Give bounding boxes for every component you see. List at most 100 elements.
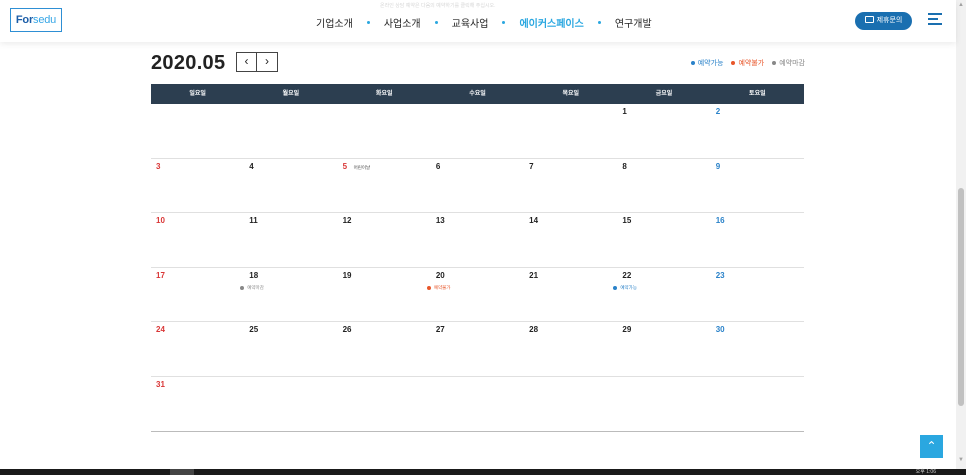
day-number: 13 — [435, 216, 445, 226]
day-cell[interactable]: 26 — [338, 322, 431, 376]
day-cell[interactable]: 6 — [431, 159, 524, 213]
day-cell[interactable]: 19 — [338, 268, 431, 322]
day-number: 31 — [156, 379, 165, 389]
weekday-header-cell: 금요일 — [655, 91, 673, 97]
day-number: 26 — [342, 325, 352, 335]
prev-month-button[interactable]: ‹ — [236, 52, 257, 72]
day-number: 29 — [622, 325, 632, 335]
week-row: 31 — [151, 377, 804, 432]
nav-item-4[interactable]: 연구개발 — [615, 15, 652, 30]
day-number: 5 — [342, 161, 348, 171]
status-label: 예약불가 — [433, 284, 451, 290]
day-cell[interactable]: 11 — [244, 213, 337, 267]
nav-item-1[interactable]: 사업소개 — [384, 15, 421, 30]
week-row: 12 — [151, 104, 804, 159]
day-number: 19 — [342, 270, 352, 280]
day-number: 16 — [715, 216, 725, 226]
day-number: 30 — [715, 325, 725, 335]
day-cell[interactable]: 21 — [524, 268, 617, 322]
legend-label: 예약마감 — [779, 60, 805, 67]
day-cell[interactable]: 15 — [617, 213, 710, 267]
day-number: 8 — [622, 161, 627, 171]
empty-day-cell — [244, 377, 337, 431]
calendar-body: 1 2 3 4 5 어린이날 6 7 8 9 10 11 12 13 14 15 16 17 18 예약마감 19 20 예… — [151, 104, 804, 432]
reservation-status[interactable]: 예약가능 — [613, 285, 637, 291]
nav-separator-dot — [434, 20, 438, 24]
empty-day-cell — [524, 104, 617, 158]
day-cell[interactable]: 22 예약가능 — [613, 268, 710, 322]
scroll-thumb[interactable] — [958, 188, 964, 406]
day-cell[interactable]: 5 어린이날 — [338, 159, 431, 213]
day-cell[interactable]: 10 — [151, 213, 244, 267]
day-cell[interactable]: 20 예약불가 — [426, 268, 524, 322]
day-number: 12 — [342, 216, 352, 226]
day-cell[interactable]: 8 — [617, 159, 710, 213]
empty-day-cell — [431, 377, 524, 431]
day-cell[interactable]: 13 — [431, 213, 524, 267]
nav-item-2[interactable]: 교육사업 — [452, 15, 489, 30]
top-note: 온라인 상담 예약은 다음의 예약하기를 클릭해 주십시오. — [380, 3, 496, 9]
logo-text-2: sedu — [33, 14, 57, 26]
day-number: 18 — [249, 270, 259, 280]
day-cell[interactable]: 18 예약마감 — [240, 268, 337, 322]
day-cell[interactable]: 3 — [151, 159, 244, 213]
day-number: 20 — [435, 270, 445, 280]
day-cell[interactable]: 28 — [524, 322, 617, 376]
arrow-up-icon[interactable]: ⌃ — [920, 435, 943, 458]
day-cell[interactable]: 17 — [151, 268, 244, 322]
day-number: 2 — [715, 107, 721, 116]
day-cell[interactable]: 9 — [711, 159, 804, 213]
status-label: 예약마감 — [247, 284, 264, 290]
weekday-header: 일요일 월요일 화요일 수요일 목요일 금요일 토요일 — [151, 84, 804, 104]
taskbar-item[interactable] — [170, 469, 194, 475]
day-number: 25 — [249, 325, 259, 335]
calendar: 일요일 월요일 화요일 수요일 목요일 금요일 토요일 1 2 3 4 5 어린이날 6 7 8 9 10 11 1… — [151, 84, 804, 432]
day-cell[interactable]: 23 — [711, 268, 804, 322]
next-month-button[interactable]: › — [257, 52, 278, 72]
scroll-down-arrow[interactable]: ▼ — [956, 455, 966, 465]
day-cell[interactable]: 29 — [617, 322, 710, 376]
day-number: 28 — [529, 325, 539, 335]
day-number: 7 — [529, 161, 534, 171]
day-cell[interactable]: 25 — [244, 322, 337, 376]
scrollbar[interactable]: ▲ ▼ — [956, 0, 966, 475]
holiday-label: 어린이날 — [353, 164, 371, 170]
day-number: 14 — [529, 216, 539, 226]
day-cell[interactable]: 14 — [524, 213, 617, 267]
month-nav: ‹ › — [236, 52, 278, 72]
day-number: 10 — [156, 216, 165, 226]
day-cell[interactable]: 7 — [524, 159, 617, 213]
logo-text-1: For — [15, 14, 34, 26]
hamburger-menu-icon[interactable] — [928, 13, 942, 27]
day-cell[interactable]: 30 — [711, 322, 804, 376]
reservation-status[interactable]: 예약불가 — [426, 284, 451, 291]
day-cell[interactable]: 4 — [244, 159, 337, 213]
day-number: 23 — [715, 270, 725, 280]
logo[interactable]: Forsedu — [10, 8, 62, 32]
chat-icon — [864, 16, 874, 23]
nav-item-3[interactable]: 에이커스페이스 — [519, 15, 583, 30]
day-number: 27 — [435, 325, 445, 335]
weekday-header-cell: 화요일 — [375, 91, 393, 97]
day-cell[interactable]: 2 — [711, 104, 804, 158]
day-cell[interactable]: 24 — [151, 322, 244, 376]
empty-day-cell — [151, 104, 244, 158]
scroll-up-arrow[interactable]: ▲ — [956, 0, 966, 10]
weekday-header-cell: 수요일 — [469, 91, 486, 97]
day-cell[interactable]: 12 — [338, 213, 431, 267]
legend-dot-icon — [690, 61, 695, 65]
day-cell[interactable]: 27 — [431, 322, 524, 376]
empty-day-cell — [338, 104, 431, 158]
day-cell[interactable]: 31 — [151, 377, 244, 431]
week-row: 3 4 5 어린이날 6 7 8 9 — [151, 159, 804, 214]
menu-bar-1 — [928, 13, 942, 15]
day-cell[interactable]: 16 — [711, 213, 804, 267]
nav-item-0[interactable]: 기업소개 — [316, 15, 353, 30]
inquiry-label: 제휴문의 — [876, 17, 903, 24]
reservation-status[interactable]: 예약마감 — [240, 285, 264, 291]
inquiry-button[interactable]: 제휴문의 — [855, 12, 912, 30]
day-cell[interactable]: 1 — [617, 104, 710, 158]
empty-day-cell — [524, 377, 617, 431]
legend-label: 예약가능 — [697, 60, 724, 67]
day-number: 24 — [156, 325, 165, 335]
